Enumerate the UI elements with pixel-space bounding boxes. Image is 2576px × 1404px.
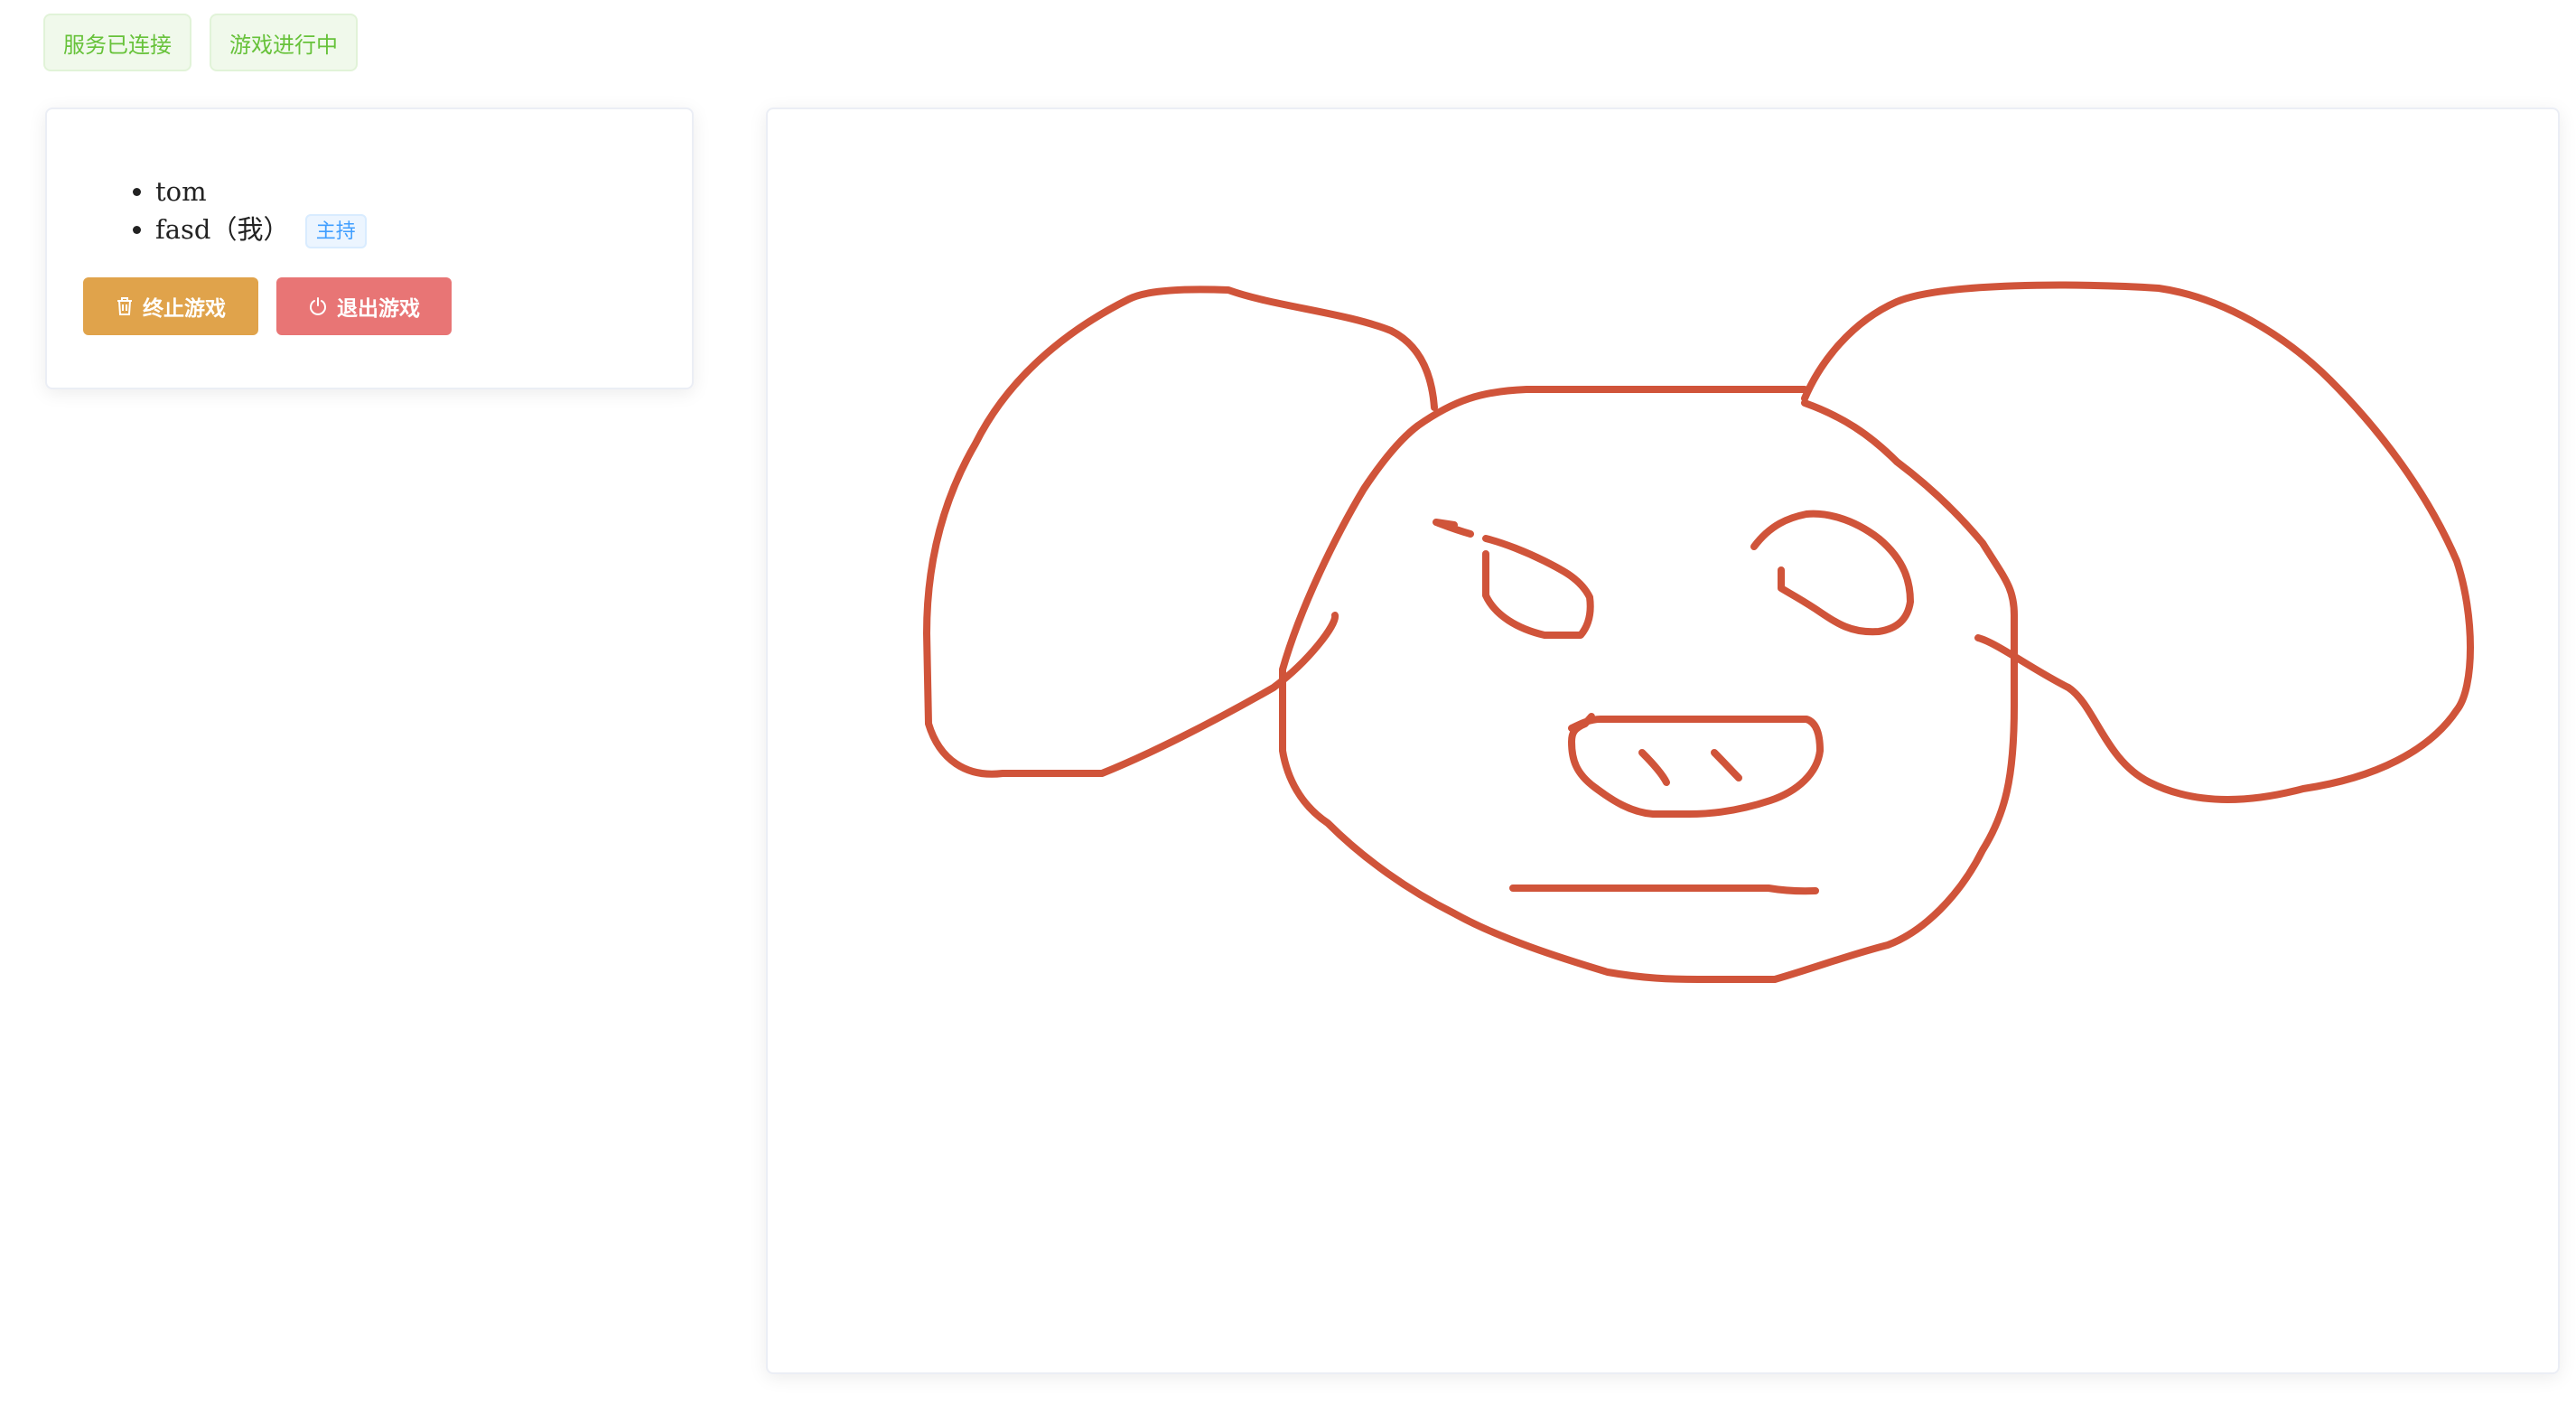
stop-game-button[interactable]: 终止游戏 (83, 277, 258, 335)
player-name: tom (155, 176, 207, 207)
left-nostril-stroke (1638, 749, 1670, 786)
host-badge: 主持 (304, 214, 367, 248)
power-icon (308, 296, 328, 316)
right-ear-stroke (1801, 281, 2474, 803)
mouth-stroke (1509, 885, 1819, 895)
player-item: tom (155, 173, 367, 211)
game-status-tag: 游戏进行中 (210, 14, 358, 71)
player-panel: tom fasd（我） 主持 终止游戏 退出游戏 (45, 108, 694, 389)
snout-stroke (1568, 713, 1824, 818)
right-eye-stroke (1750, 510, 1914, 636)
exit-game-label: 退出游戏 (337, 297, 420, 321)
trash-icon (116, 296, 134, 316)
pig-drawing (923, 281, 2474, 983)
exit-game-button[interactable]: 退出游戏 (276, 277, 452, 335)
stop-game-label: 终止游戏 (143, 297, 226, 321)
left-ear-stroke (923, 285, 1438, 778)
player-list: tom fasd（我） 主持 (110, 173, 367, 248)
left-eye-stroke (1433, 519, 1594, 639)
right-nostril-stroke (1711, 749, 1742, 782)
drawing-canvas[interactable] (766, 108, 2560, 1374)
player-item: fasd（我） 主持 (155, 211, 367, 248)
player-name: fasd（我） (155, 214, 290, 245)
connection-status-tag: 服务已连接 (43, 14, 191, 71)
